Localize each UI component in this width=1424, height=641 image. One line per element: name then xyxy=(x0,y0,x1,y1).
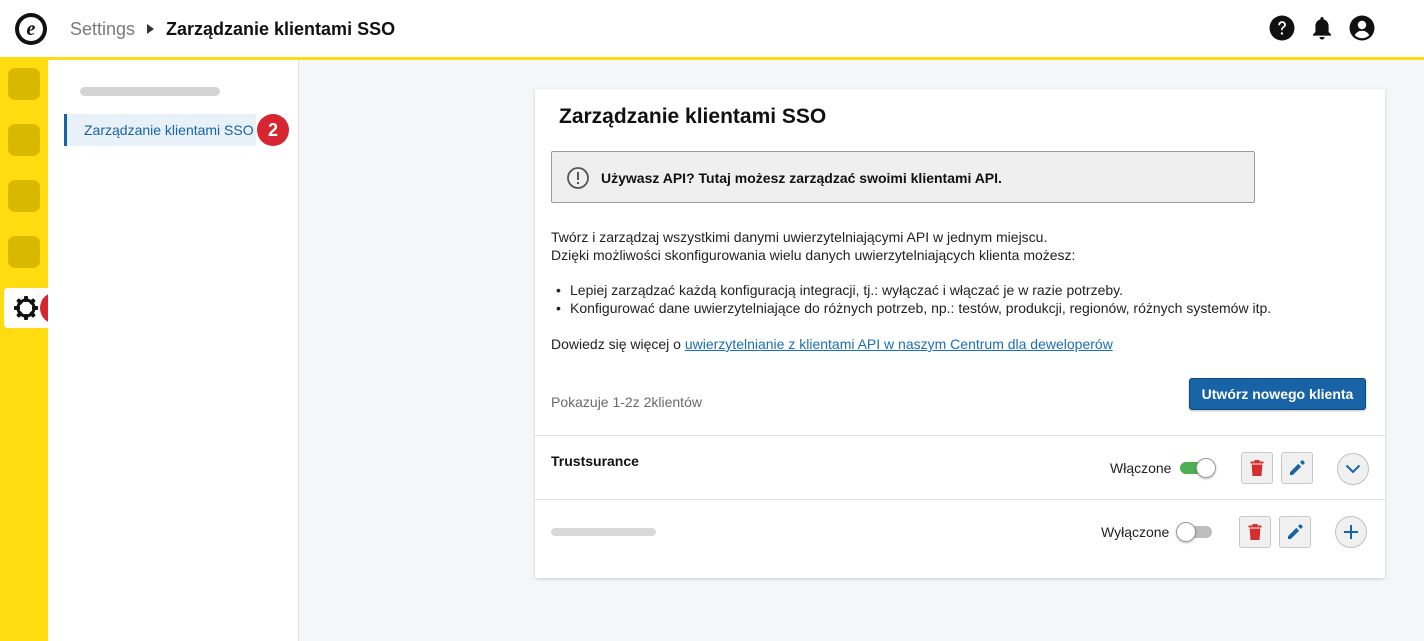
expand-client-button[interactable] xyxy=(1337,453,1369,485)
api-info-alert: Używasz API? Tutaj możesz zarządzać swoi… xyxy=(551,151,1255,203)
chevron-down-icon xyxy=(1345,464,1361,474)
breadcrumb-settings[interactable]: Settings xyxy=(70,19,135,40)
learn-more-text: Dowiedz się więcej o uwierzytelnianie z … xyxy=(551,336,1113,352)
description-line-1: Twórz i zarządzaj wszystkimi danymi uwie… xyxy=(551,229,1048,245)
breadcrumb-current: Zarządzanie klientami SSO xyxy=(166,19,396,39)
pencil-icon xyxy=(1290,460,1305,475)
info-circle-icon xyxy=(567,167,589,189)
pencil-icon xyxy=(1288,524,1303,539)
delete-client-button[interactable] xyxy=(1241,452,1273,484)
step-badge-2: 2 xyxy=(257,114,289,146)
client-status-toggle[interactable] xyxy=(1176,522,1214,542)
edit-client-button[interactable] xyxy=(1279,516,1311,548)
client-name-placeholder xyxy=(551,528,656,536)
settings-sidebar: Zarządzanie klientami SSO xyxy=(48,60,299,641)
alert-text: Używasz API? Tutaj możesz zarządzać swoi… xyxy=(601,170,1002,186)
rail-item-4[interactable] xyxy=(8,236,40,268)
trash-icon xyxy=(1248,524,1262,540)
plus-icon xyxy=(1344,525,1358,539)
developer-center-link[interactable]: uwierzytelnianie z klientami API w naszy… xyxy=(685,336,1113,352)
add-client-detail-button[interactable] xyxy=(1335,516,1367,548)
breadcrumb-separator-icon xyxy=(147,24,154,34)
create-client-button[interactable]: Utwórz nowego klienta xyxy=(1189,378,1366,410)
client-status-label: Włączone xyxy=(1110,460,1172,476)
bell-icon[interactable] xyxy=(1309,15,1335,41)
help-icon[interactable] xyxy=(1269,15,1295,41)
description-line-2: Dzięki możliwości skonfigurowania wielu … xyxy=(551,247,1076,263)
page-title: Zarządzanie klientami SSO xyxy=(559,105,827,128)
client-row: Wyłączone xyxy=(535,499,1385,578)
sidebar-heading-placeholder xyxy=(80,87,220,96)
client-status-label: Wyłączone xyxy=(1101,524,1170,540)
rail-item-3[interactable] xyxy=(8,180,40,212)
app-logo[interactable]: e xyxy=(15,13,47,45)
rail-item-2[interactable] xyxy=(8,124,40,156)
gear-icon xyxy=(14,296,38,320)
rail-item-1[interactable] xyxy=(8,68,40,100)
left-rail xyxy=(0,60,48,641)
top-bar: e Settings Zarządzanie klientami SSO xyxy=(0,0,1424,60)
trash-icon xyxy=(1250,460,1264,476)
sso-clients-card: Zarządzanie klientami SSO Używasz API? T… xyxy=(535,89,1385,578)
bullet-item: Lepiej zarządzać każdą konfiguracją inte… xyxy=(556,281,1123,299)
client-name: Trustsurance xyxy=(551,453,639,469)
user-icon[interactable] xyxy=(1349,15,1375,41)
results-count: Pokazuje 1-2z 2klientów xyxy=(551,394,702,410)
client-row: Trustsurance Włączone xyxy=(535,435,1385,499)
client-status-toggle[interactable] xyxy=(1178,458,1216,478)
bullet-item: Konfigurować dane uwierzytelniające do r… xyxy=(556,299,1271,317)
delete-client-button[interactable] xyxy=(1239,516,1271,548)
sidebar-item-sso-clients[interactable]: Zarządzanie klientami SSO xyxy=(64,114,256,146)
edit-client-button[interactable] xyxy=(1281,452,1313,484)
